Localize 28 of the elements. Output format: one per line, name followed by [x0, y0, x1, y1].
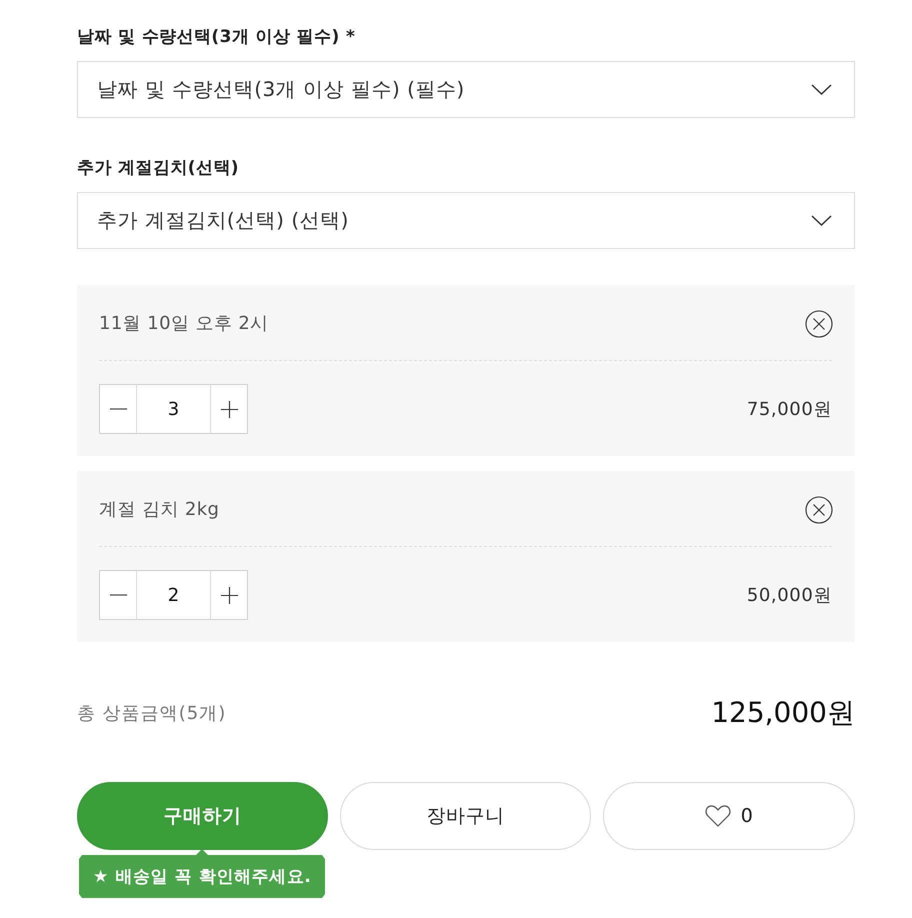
quantity-input[interactable]: 2 — [137, 570, 210, 620]
option-select[interactable]: 추가 계절김치(선택) (선택) — [77, 192, 855, 249]
total-label: 총 상품금액(5개) — [77, 702, 226, 725]
increase-button[interactable] — [210, 570, 248, 620]
option-label: 추가 계절김치(선택) — [77, 157, 240, 179]
item-name: 계절 김치 2kg — [99, 498, 220, 522]
item-price: 75,000원 — [746, 398, 832, 421]
heart-icon — [704, 805, 731, 827]
total-amount: 125,000원 — [711, 695, 855, 731]
chevron-down-icon — [811, 215, 832, 226]
wishlist-button[interactable]: 0 — [603, 782, 855, 850]
quantity-input[interactable]: 3 — [137, 384, 210, 434]
item-name: 11월 10일 오후 2시 — [99, 312, 269, 336]
cart-button[interactable]: 장바구니 — [340, 782, 591, 850]
increase-button[interactable] — [210, 384, 248, 434]
item-price: 50,000원 — [746, 584, 832, 607]
option-select[interactable]: 날짜 및 수량선택(3개 이상 필수) (필수) — [77, 61, 855, 118]
minus-icon — [110, 408, 126, 410]
chevron-down-icon — [811, 84, 832, 95]
delivery-tooltip: ★ 배송일 꼭 확인해주세요. — [79, 849, 325, 898]
option-label: 날짜 및 수량선택(3개 이상 필수) * — [77, 26, 356, 48]
close-icon[interactable] — [805, 310, 833, 338]
close-icon[interactable] — [805, 496, 833, 524]
decrease-button[interactable] — [99, 570, 137, 620]
minus-icon — [110, 594, 126, 596]
plus-icon — [220, 586, 238, 604]
decrease-button[interactable] — [99, 384, 137, 434]
plus-icon — [220, 400, 238, 418]
